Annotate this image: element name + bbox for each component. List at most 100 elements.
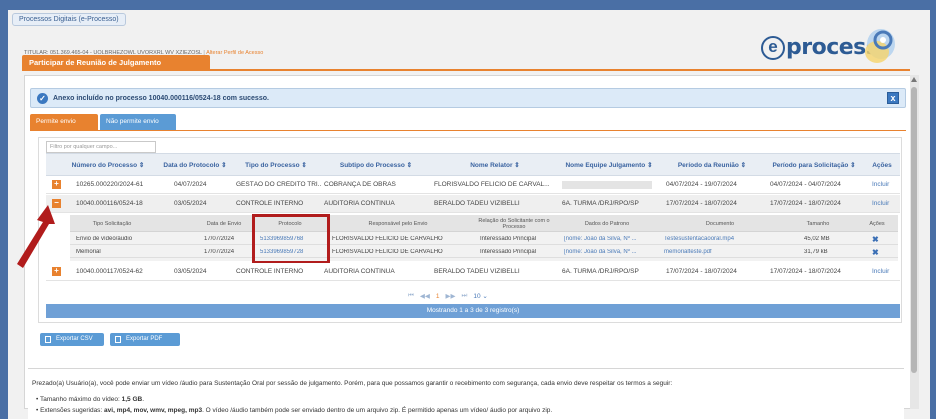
col-nome-relator[interactable]: Nome Relator ⇕ — [432, 154, 558, 177]
export-pdf-label: Exportar PDF — [126, 336, 163, 342]
cell-data: 03/05/2024 — [174, 268, 207, 275]
success-alert: ✓ Anexo incluído no processo 10040.00011… — [30, 88, 906, 108]
documento-link[interactable]: memorialteste.pdf — [664, 249, 774, 255]
first-page-icon[interactable]: ⏮ — [408, 292, 414, 300]
tab-nao-permite-envio[interactable]: Não permite envio — [100, 114, 176, 130]
cell-numero: 10040.000116/0524-18 — [76, 200, 143, 207]
cell-equipe: 6A. TURMA /DRJ/RPO/SP — [562, 200, 639, 207]
cell-equipe: 6A. TURMA /DRJ/RPO/SP — [562, 268, 639, 275]
cell-relator: BERALDO TADEU VIZIBELLI — [434, 268, 520, 275]
pagination: ⏮ ◀◀ 1 ▶▶ ⏭ 10 ⌄ — [408, 290, 488, 302]
col-data-protocolo[interactable]: Data do Protocolo ⇕ — [160, 154, 230, 177]
subcell-data: 17/07/2024 — [204, 236, 235, 242]
subcell-responsavel: FLORISVALDO FELICIO DE CARVALHO — [332, 236, 443, 242]
incluir-link[interactable]: Incluir — [872, 200, 898, 207]
records-summary: Mostrando 1 a 3 de 3 registro(s) — [46, 304, 900, 318]
subcell-data: 17/07/2024 — [204, 249, 235, 255]
cell-data: 04/07/2024 — [174, 181, 207, 188]
delete-icon[interactable]: ✖ — [872, 248, 879, 257]
vertical-scrollbar[interactable] — [910, 75, 919, 409]
subcell-relacao: Interessado Principal — [480, 236, 537, 242]
subcell-tamanho: 45,02 MB — [804, 236, 830, 242]
cell-numero: 10040.000117/0524-62 — [76, 268, 143, 275]
change-profile-link[interactable]: Alterar Perfil de Acesso — [206, 50, 263, 56]
cell-relator: BERALDO TADEU VIZIBELLI — [434, 200, 520, 207]
subcol-relacao: Relação do Solicitante com o Processo — [478, 217, 550, 230]
instruction-item-size: • Tamanho máximo do vídeo: 1,5 GB. — [36, 396, 145, 403]
document-icon — [45, 336, 51, 343]
cell-subtipo: AUDITORIA CONTÍNUA — [324, 200, 395, 207]
export-pdf-button[interactable]: Exportar PDF — [110, 333, 180, 346]
col-tipo-processo[interactable]: Tipo do Processo ⇕ — [232, 154, 320, 177]
next-page-icon[interactable]: ▶▶ — [445, 292, 455, 300]
subcell-relacao: Interessado Principal — [480, 249, 537, 255]
current-page[interactable]: 1 — [436, 293, 440, 300]
cell-tipo: CONTROLE INTERNO — [236, 200, 304, 207]
export-csv-button[interactable]: Exportar CSV — [40, 333, 104, 346]
cell-reuniao: 04/07/2024 - 19/07/2024 — [666, 181, 737, 188]
expanded-details: Tipo Solicitação Data de Envio Protocolo… — [70, 215, 898, 261]
subcell-tipo: Memorial — [76, 249, 101, 255]
last-page-icon[interactable]: ⏭ — [461, 292, 467, 300]
cell-numero: 10265.000220/2024-61 — [76, 181, 144, 188]
incluir-link[interactable]: Incluir — [872, 268, 898, 275]
prev-page-icon[interactable]: ◀◀ — [420, 292, 430, 300]
table-row[interactable]: − 10040.000116/0524-18 03/05/2024 CONTRO… — [46, 195, 900, 213]
col-acoes: Ações — [872, 162, 892, 169]
subtable-row: Memorial 17/07/2024 5133969859728 FLORIS… — [70, 246, 898, 258]
incluir-link[interactable]: Incluir — [872, 181, 898, 188]
scroll-up-icon[interactable] — [911, 77, 917, 82]
cell-subtipo: COBRANÇA DE OBRAS — [324, 181, 396, 188]
instruction-size-label: Tamanho máximo do vídeo: — [39, 396, 122, 403]
cell-solicitacao: 17/07/2024 - 18/07/2024 — [770, 200, 841, 207]
table-row[interactable]: + 10040.000117/0524-62 03/05/2024 CONTRO… — [46, 263, 900, 281]
col-subtipo-processo[interactable]: Subtipo do Processo ⇕ — [322, 154, 430, 177]
subcell-responsavel: FLORISVALDO FELICIO DE CARVALHO — [332, 249, 443, 255]
page-size-select[interactable]: 10 ⌄ — [473, 292, 487, 300]
instructions-box: Prezado(a) Usuário(a), você pode enviar … — [28, 368, 904, 419]
cell-solicitacao: 17/07/2024 - 18/07/2024 — [770, 268, 841, 275]
document-icon — [115, 336, 121, 343]
section-divider — [22, 69, 910, 71]
subtable-header: Tipo Solicitação Data de Envio Protocolo… — [70, 215, 898, 232]
delete-icon[interactable]: ✖ — [872, 235, 879, 244]
export-csv-label: Exportar CSV — [56, 336, 93, 342]
cell-equipe — [562, 181, 652, 189]
instruction-ext-value: avi, mp4, mov, wmv, mpeg, mp3 — [104, 407, 203, 414]
subcol-responsavel: Responsável pelo Envio — [368, 220, 428, 227]
subcol-tipo: Tipo Solicitação — [92, 220, 132, 227]
instructions-paragraph: Prezado(a) Usuário(a), você pode enviar … — [32, 380, 673, 387]
instruction-size-suffix: . — [142, 396, 145, 403]
scroll-thumb[interactable] — [911, 87, 917, 373]
expand-row-button[interactable]: + — [52, 267, 61, 276]
tabs-divider — [30, 130, 906, 131]
cell-subtipo: AUDITORIA CONTÍNUA — [324, 268, 395, 275]
col-equipe-julgamento[interactable]: Nome Equipe Julgamento ⇕ — [560, 154, 658, 177]
cell-tipo: GESTÃO DO CRÉDITO TRI... — [236, 181, 322, 188]
subcol-tamanho: Tamanho — [806, 220, 830, 227]
subcell-tamanho: 31,79 kB — [804, 249, 828, 255]
cell-solicitacao: 04/07/2024 - 04/07/2024 — [770, 181, 841, 188]
subcol-data: Data de Envio — [206, 220, 242, 227]
subcol-patrono: Dados do Patrono — [584, 220, 630, 227]
eprocesso-logo: e processo — [753, 24, 903, 70]
alert-message: Anexo incluído no processo 10040.000116/… — [53, 95, 269, 102]
window-frame-right — [930, 0, 936, 419]
window-frame-top — [0, 0, 936, 10]
logo-swirl-icon — [865, 29, 895, 63]
subcol-documento: Documento — [705, 220, 735, 227]
table-row[interactable]: + 10265.000220/2024-61 04/07/2024 GESTÃO… — [46, 176, 900, 194]
col-numero-processo[interactable]: Número do Processo ⇕ — [68, 154, 148, 177]
subcell-tipo: Envio de vídeo/áudio — [76, 236, 133, 242]
table-header: Número do Processo ⇕ Data do Protocolo ⇕… — [46, 153, 900, 176]
patrono-link[interactable]: [nome: João da Silva, Nº ... — [564, 249, 660, 255]
patrono-link[interactable]: [nome: João da Silva, Nº ... — [564, 236, 660, 242]
subcol-acoes: Ações — [869, 220, 885, 227]
close-alert-button[interactable]: x — [887, 92, 899, 104]
cell-data: 03/05/2024 — [174, 200, 207, 207]
col-periodo-reuniao[interactable]: Período da Reunião ⇕ — [660, 154, 764, 177]
col-periodo-solicitacao[interactable]: Período para Solicitação ⇕ — [764, 154, 864, 177]
subtable-row: Envio de vídeo/áudio 17/07/2024 51339698… — [70, 233, 898, 245]
pointer-arrow-icon — [17, 205, 55, 268]
documento-link[interactable]: Testesustentacaooral.mp4 — [664, 236, 774, 242]
